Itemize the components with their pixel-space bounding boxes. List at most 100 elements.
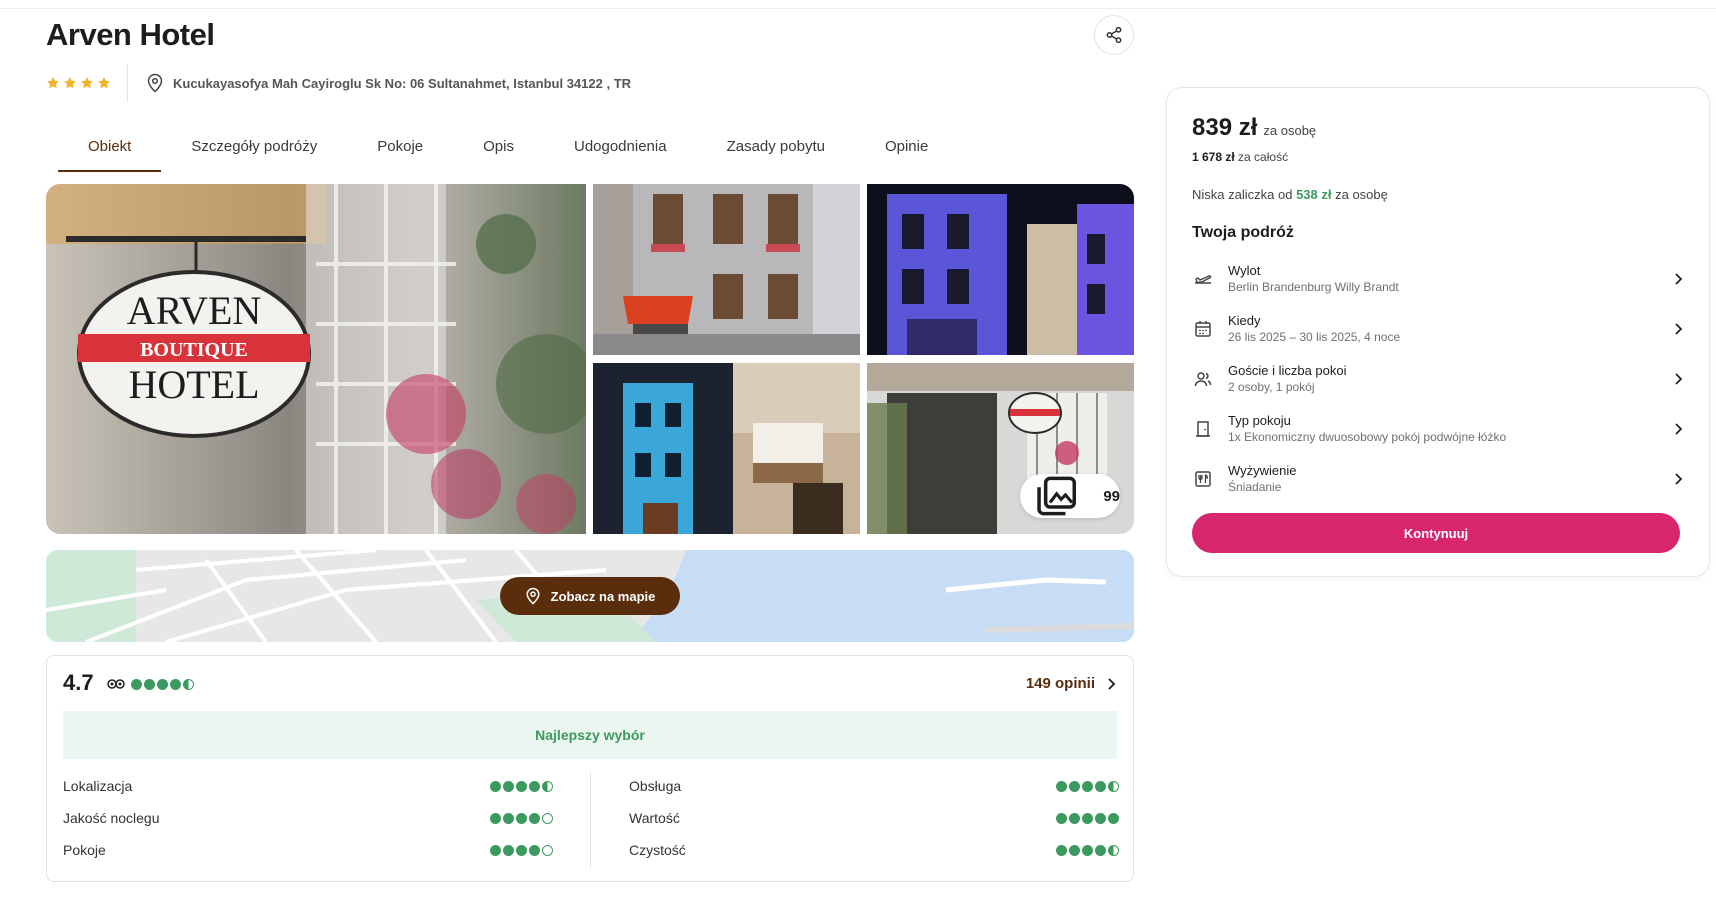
tab-3[interactable]: Pokoje (347, 126, 453, 172)
rating-dot (1108, 780, 1119, 792)
rating-dot (542, 844, 553, 856)
photo-night-and-room[interactable] (593, 363, 860, 534)
trip-item-text: Typ pokoju 1x Ekonomiczny dwuosobowy pokó… (1228, 412, 1670, 446)
show-on-map-button[interactable]: Zobacz na mapie (500, 577, 680, 615)
photo-facade-day[interactable] (593, 184, 860, 355)
price-value: 839 zł (1192, 114, 1258, 141)
deposit-suffix: za osobę (1335, 187, 1388, 202)
tab-7[interactable]: Opinie (855, 126, 958, 172)
best-choice-badge: Najlepszy wybór (63, 711, 1117, 759)
star-icon (98, 77, 110, 89)
reviews-count-link[interactable]: 149 opinii (1026, 675, 1117, 692)
reviews-count-label: 149 opinii (1025, 675, 1095, 692)
trip-item-text: Goście i liczba pokoi 2 osoby, 1 pokój (1228, 362, 1670, 396)
tab-6[interactable]: Zasady pobytu (697, 126, 855, 172)
hotel-title: Arven Hotel (46, 17, 215, 52)
continue-button[interactable]: Kontynuuj (1192, 513, 1680, 553)
rating-dots (1056, 844, 1119, 856)
rating-label: Wartość (629, 810, 680, 826)
tab-2[interactable]: Szczegóły podróży (161, 126, 347, 172)
trip-item-label: Goście i liczba pokoi (1228, 363, 1347, 378)
rating-row: Jakość noclegu (63, 802, 553, 834)
trip-item-value: Śniadanie (1228, 480, 1282, 494)
tab-4[interactable]: Opis (453, 126, 544, 172)
rating-dot (1082, 844, 1093, 856)
tab-5[interactable]: Udogodnienia (544, 126, 697, 172)
trip-item-door[interactable]: Typ pokoju 1x Ekonomiczny dwuosobowy pokó… (1192, 404, 1686, 454)
section-tabs: Obiekt Szczegóły podróży Pokoje Opis Udogodn… (58, 126, 958, 172)
rating-dot (503, 780, 514, 792)
location-pin-icon (526, 587, 540, 605)
rating-dot (183, 678, 194, 690)
trip-item-text: Wylot Berlin Brandenburg Willy Brandt (1228, 262, 1670, 296)
review-score: 4.7 (63, 670, 94, 695)
map-preview[interactable]: Zobacz na mapie (46, 550, 1134, 642)
tripadvisor-owl-icon (107, 679, 125, 689)
rating-dot (542, 780, 553, 792)
trip-item-cutlery[interactable]: Wyżywienie Śniadanie (1192, 454, 1686, 504)
rating-dot (1108, 812, 1119, 824)
rating-dot (1069, 812, 1080, 824)
rating-dot (144, 678, 155, 690)
trip-item-label: Typ pokoju (1228, 413, 1291, 428)
rating-dot (529, 844, 540, 856)
door-icon (1192, 418, 1214, 440)
overall-rating-dots (131, 678, 194, 690)
rating-label: Czystość (629, 842, 686, 858)
rating-dot (157, 678, 168, 690)
rating-dot (516, 812, 527, 824)
map-button-label: Zobacz na mapie (550, 588, 656, 604)
photo-entrance[interactable]: 99 (867, 363, 1134, 534)
rating-dot (170, 678, 181, 690)
address-text: Kucukayasofya Mah Cayiroglu Sk No: 06 Su… (173, 75, 632, 91)
rating-dot (1082, 780, 1093, 792)
rating-dot (1056, 780, 1067, 792)
sign-line2: BOUTIQUE (140, 339, 248, 361)
gallery-icon (1037, 476, 1077, 516)
star-icon (64, 77, 76, 89)
rating-dot (516, 780, 527, 792)
rating-dot (490, 812, 501, 824)
main-photo[interactable]: ARVEN BOUTIQUE HOTEL (46, 184, 586, 534)
photo-gallery: ARVEN BOUTIQUE HOTEL 99 (46, 184, 1134, 534)
photo-facade-night[interactable] (867, 184, 1134, 355)
deposit-amount: 538 zł (1296, 187, 1332, 202)
rating-row: Czystość (629, 834, 1119, 866)
hotel-address[interactable]: Kucukayasofya Mah Cayiroglu Sk No: 06 Su… (128, 73, 631, 93)
share-button[interactable] (1094, 15, 1134, 55)
booking-panel: 839 zł za osobę 1 678 zł za całość Niska… (1166, 87, 1710, 577)
trip-item-value: Berlin Brandenburg Willy Brandt (1228, 280, 1399, 294)
trip-item-calendar[interactable]: Kiedy 26 lis 2025 – 30 lis 2025, 4 noce (1192, 304, 1686, 354)
reviews-card: 4.7 149 opinii Najlepszy wybór Lokalizac… (46, 655, 1134, 882)
total-amount: 1 678 zł (1192, 150, 1235, 164)
photo-count-value: 99 (1103, 487, 1120, 505)
trip-item-value: 2 osoby, 1 pokój (1228, 380, 1315, 394)
price-total: 1 678 zł za całość (1192, 150, 1288, 164)
rating-dots (490, 812, 553, 824)
rating-row: Wartość (629, 802, 1119, 834)
rating-dot (1095, 812, 1106, 824)
ratings-left-column: Lokalizacja Jakość noclegu Pokoje (63, 770, 553, 866)
star-icon (47, 77, 59, 89)
trip-item-label: Wylot (1228, 263, 1261, 278)
total-unit: za całość (1238, 150, 1289, 164)
trip-item-guests[interactable]: Goście i liczba pokoi 2 osoby, 1 pokój (1192, 354, 1686, 404)
rating-dot (1095, 844, 1106, 856)
star-icon (81, 77, 93, 89)
rating-dot (1056, 844, 1067, 856)
rating-dots (1056, 812, 1119, 824)
rating-row: Pokoje (63, 834, 553, 866)
trip-item-plane-departure[interactable]: Wylot Berlin Brandenburg Willy Brandt (1192, 254, 1686, 304)
rating-label: Obsługa (629, 778, 682, 794)
rating-dot (1069, 844, 1080, 856)
chevron-right-icon (1675, 423, 1683, 435)
rating-dot (1095, 780, 1106, 792)
photo-count-button[interactable]: 99 (1020, 474, 1120, 518)
trip-item-value: 26 lis 2025 – 30 lis 2025, 4 noce (1228, 330, 1401, 344)
rating-label: Lokalizacja (63, 778, 133, 794)
rating-dot (490, 780, 501, 792)
rating-dots (1056, 780, 1119, 792)
ratings-divider (590, 772, 591, 868)
tab-1[interactable]: Obiekt (58, 126, 162, 172)
rating-dot (503, 812, 514, 824)
